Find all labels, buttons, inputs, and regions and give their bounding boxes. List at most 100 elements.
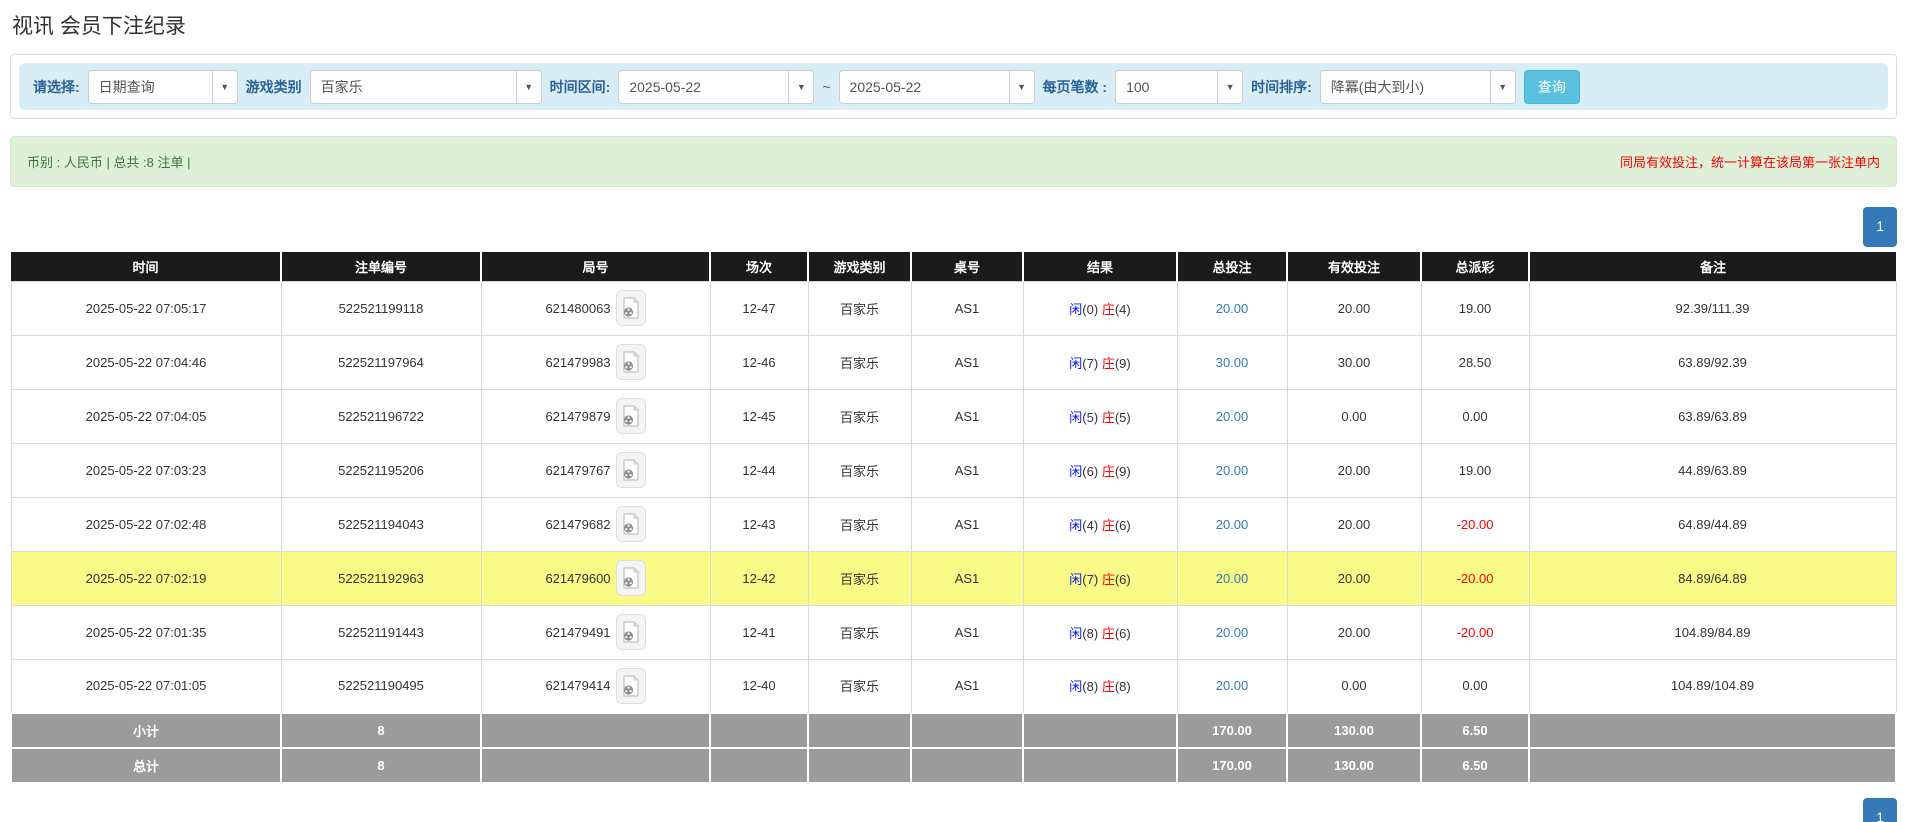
- table-row[interactable]: 2025-05-22 07:01:05 522521190495 6214794…: [10, 658, 1897, 714]
- result-player: 闲: [1069, 517, 1083, 533]
- total-bet-link[interactable]: 20.00: [1216, 517, 1249, 532]
- table-row[interactable]: 2025-05-22 07:04:05 522521196722 6214798…: [10, 388, 1897, 444]
- cell-time: 2025-05-22 07:02:48: [10, 496, 282, 552]
- chevron-down-icon[interactable]: ▼: [515, 70, 541, 103]
- total-bet-link[interactable]: 30.00: [1216, 355, 1249, 370]
- cell-result: 闲(6) 庄(9): [1022, 442, 1178, 498]
- video-replay-icon[interactable]: [615, 452, 646, 488]
- video-replay-icon[interactable]: [615, 290, 646, 326]
- total-bet-link[interactable]: 20.00: [1216, 625, 1249, 640]
- cell-game: 百家乐: [807, 658, 912, 714]
- table-row[interactable]: 2025-05-22 07:03:23 522521195206 6214797…: [10, 442, 1897, 498]
- cell-total-bet: 20.00: [1176, 442, 1288, 498]
- cell-table-no: AS1: [910, 604, 1024, 660]
- cell-time: 2025-05-22 07:04:05: [10, 388, 282, 444]
- page-size-select[interactable]: 100 ▼: [1115, 69, 1244, 104]
- subtotal-valid-bet: 130.00: [1286, 712, 1422, 749]
- total-payout: 6.50: [1420, 747, 1530, 784]
- filter-panel: 请选择: 日期查询 ▼ 游戏类别 百家乐 ▼ 时间区间: 2025-05-22 …: [10, 54, 1897, 119]
- col-header-valid-bet: 有效投注: [1287, 252, 1422, 281]
- chevron-down-icon[interactable]: ▼: [788, 70, 814, 103]
- cell-round-id: 621480063: [480, 280, 711, 336]
- video-replay-icon[interactable]: [615, 344, 646, 380]
- result-banker: 庄: [1101, 355, 1115, 371]
- cell-payout: 19.00: [1420, 442, 1530, 498]
- result-player: 闲: [1069, 463, 1083, 479]
- summary-bar: 币别 : 人民币 | 总共 :8 注单 | 同局有效投注，统一计算在该局第一张注…: [10, 136, 1897, 187]
- query-type-value: 日期查询: [98, 78, 155, 95]
- query-type-label: 请选择:: [33, 78, 80, 95]
- total-bet-link[interactable]: 20.00: [1216, 678, 1249, 693]
- date-to-select[interactable]: 2025-05-22 ▼: [838, 69, 1035, 104]
- video-replay-icon[interactable]: [615, 398, 646, 434]
- cell-session: 12-46: [709, 334, 809, 390]
- col-header-session: 场次: [710, 252, 809, 281]
- cell-round-id: 621479600: [480, 550, 711, 606]
- cell-bet-id: 522521191443: [280, 604, 482, 660]
- page-1-button[interactable]: 1: [1863, 207, 1897, 247]
- cell-round-id: 621479767: [480, 442, 711, 498]
- summary-note: 同局有效投注，统一计算在该局第一张注单内: [1619, 155, 1880, 170]
- summary-currency-count: 币别 : 人民币 | 总共 :8 注单 |: [27, 155, 191, 170]
- result-banker: 庄: [1101, 409, 1115, 425]
- col-header-payout: 总派彩: [1421, 252, 1530, 281]
- page-title: 视讯 会员下注纪录: [12, 15, 186, 38]
- sort-order-select[interactable]: 降冪(由大到小) ▼: [1319, 69, 1516, 104]
- result-banker: 庄: [1101, 463, 1115, 479]
- video-replay-icon[interactable]: [615, 506, 646, 542]
- sort-order-label: 时间排序:: [1251, 78, 1312, 95]
- total-bet-link[interactable]: 20.00: [1216, 463, 1249, 478]
- cell-bet-id: 522521194043: [280, 496, 482, 552]
- col-header-game: 游戏类别: [808, 252, 912, 281]
- cell-payout: -20.00: [1420, 550, 1530, 606]
- cell-total-bet: 20.00: [1176, 658, 1288, 714]
- cell-total-bet: 20.00: [1176, 280, 1288, 336]
- col-header-bet-id: 注单编号: [281, 252, 482, 281]
- table-footer: 小计 8 170.00 130.00 6.50 总计 8 170.00 130.…: [10, 712, 1897, 784]
- cell-total-bet: 20.00: [1176, 496, 1288, 552]
- page-size-value: 100: [1126, 78, 1150, 95]
- cell-valid-bet: 0.00: [1286, 658, 1422, 714]
- cell-session: 12-42: [709, 550, 809, 606]
- cell-session: 12-41: [709, 604, 809, 660]
- cell-bet-id: 522521190495: [280, 658, 482, 714]
- cell-round-id: 621479491: [480, 604, 711, 660]
- game-category-select[interactable]: 百家乐 ▼: [309, 69, 542, 104]
- betting-records-table: 时间 注单编号 局号 场次 游戏类别 桌号 结果 总投注 有效投注 总派彩 备注…: [10, 252, 1897, 784]
- date-range-separator: ~: [822, 78, 831, 95]
- query-type-select[interactable]: 日期查询 ▼: [87, 69, 238, 104]
- cell-bet-id: 522521197964: [280, 334, 482, 390]
- cell-table-no: AS1: [910, 388, 1024, 444]
- total-bet-link[interactable]: 20.00: [1216, 301, 1249, 316]
- total-bet-link[interactable]: 20.00: [1216, 571, 1249, 586]
- result-banker: 庄: [1101, 301, 1115, 317]
- chevron-down-icon[interactable]: ▼: [1008, 70, 1034, 103]
- video-replay-icon[interactable]: [615, 560, 646, 596]
- chevron-down-icon[interactable]: ▼: [1489, 70, 1515, 103]
- subtotal-row: 小计 8 170.00 130.00 6.50: [10, 712, 1897, 749]
- cell-result: 闲(8) 庄(8): [1022, 658, 1178, 714]
- cell-time: 2025-05-22 07:05:17: [10, 280, 282, 336]
- cell-note: 64.89/44.89: [1528, 496, 1897, 552]
- video-replay-icon[interactable]: [615, 614, 646, 650]
- total-bet-link[interactable]: 20.00: [1216, 409, 1249, 424]
- result-player: 闲: [1069, 571, 1083, 587]
- chevron-down-icon[interactable]: ▼: [211, 70, 237, 103]
- chevron-down-icon[interactable]: ▼: [1217, 70, 1243, 103]
- search-button[interactable]: 查询: [1523, 69, 1580, 104]
- date-from-select[interactable]: 2025-05-22 ▼: [618, 69, 815, 104]
- cell-round-id: 621479879: [480, 388, 711, 444]
- page-1-button[interactable]: 1: [1863, 798, 1897, 822]
- table-row[interactable]: 2025-05-22 07:02:19 522521192963 6214796…: [10, 550, 1897, 606]
- table-row[interactable]: 2025-05-22 07:05:17 522521199118 6214800…: [10, 280, 1897, 336]
- table-row[interactable]: 2025-05-22 07:04:46 522521197964 6214799…: [10, 334, 1897, 390]
- video-replay-icon[interactable]: [615, 667, 646, 704]
- cell-valid-bet: 20.00: [1286, 280, 1422, 336]
- cell-valid-bet: 20.00: [1286, 496, 1422, 552]
- table-row[interactable]: 2025-05-22 07:02:48 522521194043 6214796…: [10, 496, 1897, 552]
- cell-game: 百家乐: [807, 334, 912, 390]
- table-row[interactable]: 2025-05-22 07:01:35 522521191443 6214794…: [10, 604, 1897, 660]
- cell-valid-bet: 20.00: [1286, 550, 1422, 606]
- game-category-value: 百家乐: [320, 78, 363, 95]
- cell-payout: 0.00: [1420, 658, 1530, 714]
